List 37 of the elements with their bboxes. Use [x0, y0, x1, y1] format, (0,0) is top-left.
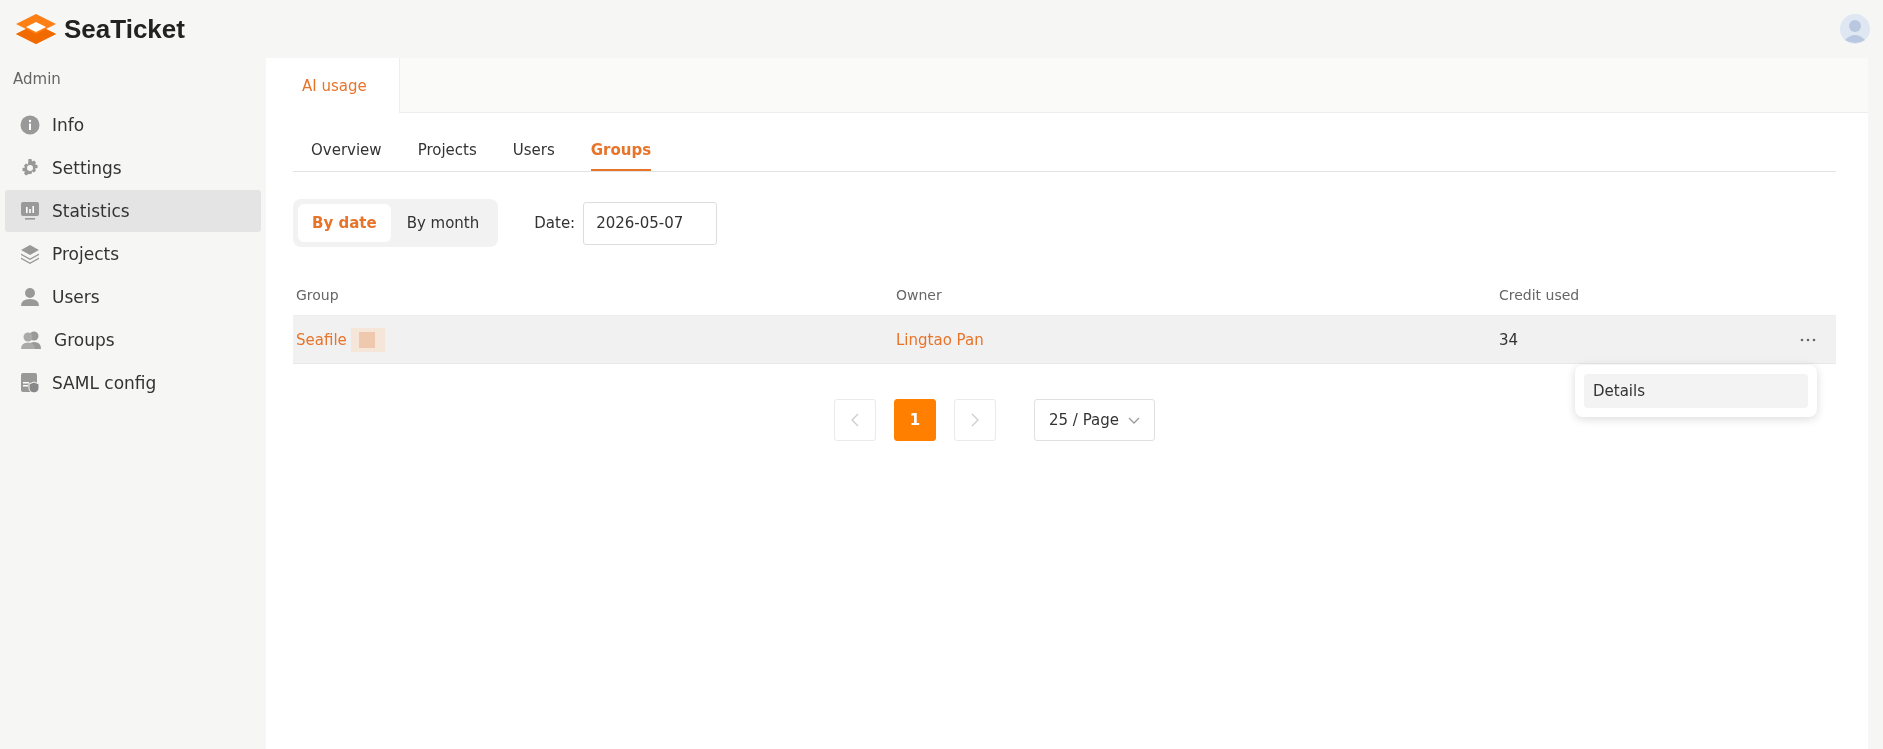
redaction-mark: [350, 327, 385, 352]
chevron-right-icon: [971, 413, 979, 427]
sidebar-item[interactable]: Settings: [5, 147, 261, 189]
date-field[interactable]: 2026-05-07: [583, 201, 718, 245]
page-size-select[interactable]: 25 / Page: [1034, 399, 1155, 441]
column-header: Group: [295, 287, 340, 303]
info-icon: [20, 115, 40, 135]
column-header: Credit used: [1498, 287, 1581, 303]
user-icon: [20, 287, 40, 307]
sidebar-item[interactable]: SAML config: [5, 362, 261, 404]
sidebar-item[interactable]: Statistics: [5, 190, 261, 232]
tab[interactable]: Projects: [417, 141, 477, 171]
document-shield-icon: [20, 372, 40, 394]
sidebar-item[interactable]: Users: [5, 276, 261, 318]
users-icon: [20, 330, 42, 350]
sidebar-heading: Admin: [12, 69, 62, 90]
tab[interactable]: Users: [512, 141, 555, 171]
avatar[interactable]: [1839, 13, 1871, 45]
menu-item[interactable]: Details: [1584, 374, 1808, 408]
toggle-option[interactable]: By month: [392, 204, 494, 242]
logo-icon: [14, 13, 58, 45]
chart-icon: [20, 201, 40, 221]
more-icon[interactable]: [1800, 337, 1816, 342]
chevron-left-icon: [851, 413, 859, 427]
column-header: Owner: [895, 287, 943, 303]
sidebar-item[interactable]: Groups: [5, 319, 261, 361]
chevron-down-icon: [1128, 416, 1140, 424]
date-label: Date:: [534, 214, 576, 232]
tab[interactable]: Overview: [311, 141, 382, 171]
sidebar-item[interactable]: Projects: [5, 233, 261, 275]
app-name: SeaTicket: [64, 13, 185, 45]
table-cell: 34: [1499, 330, 1519, 349]
previous-page-button[interactable]: [834, 399, 876, 441]
layers-icon: [20, 244, 40, 264]
settings-icon: [20, 158, 40, 178]
next-page-button[interactable]: [954, 399, 996, 441]
sidebar-item[interactable]: Info: [5, 104, 261, 146]
